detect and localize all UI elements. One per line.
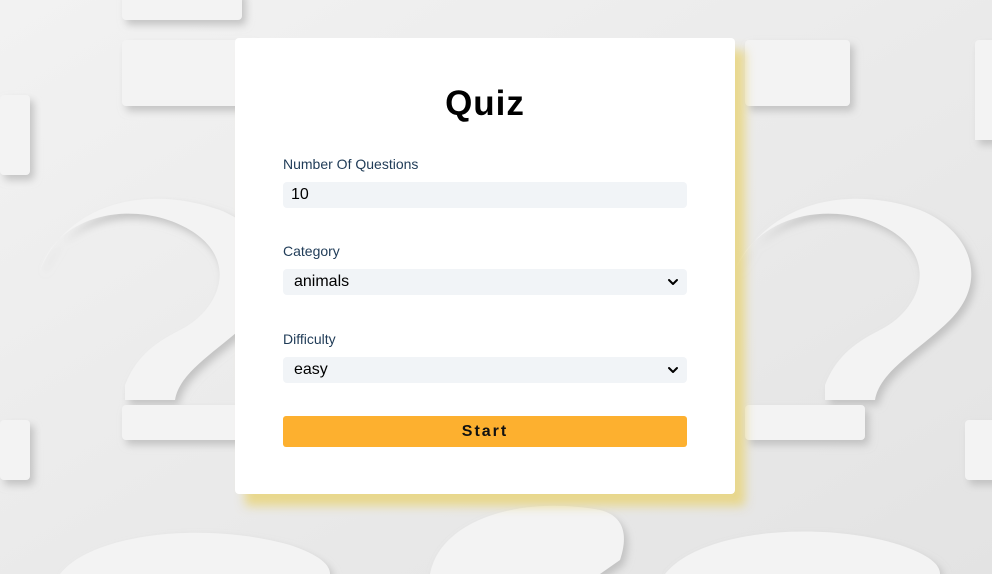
start-button[interactable]: Start	[283, 416, 687, 447]
questions-input[interactable]: 10	[283, 182, 687, 208]
difficulty-label: Difficulty	[283, 331, 336, 347]
difficulty-value: easy	[294, 361, 328, 378]
category-label: Category	[283, 243, 340, 259]
category-value: animals	[294, 273, 350, 290]
chevron-down-icon	[668, 367, 678, 373]
questions-label: Number Of Questions	[283, 156, 419, 172]
questions-value: 10	[291, 186, 309, 203]
chevron-down-icon	[668, 279, 678, 285]
difficulty-select[interactable]: easy	[283, 357, 687, 383]
quiz-title: Quiz	[445, 84, 525, 123]
quiz-settings-card: Quiz Number Of Questions 10 Category ani…	[235, 38, 735, 494]
category-select[interactable]: animals	[283, 269, 687, 295]
